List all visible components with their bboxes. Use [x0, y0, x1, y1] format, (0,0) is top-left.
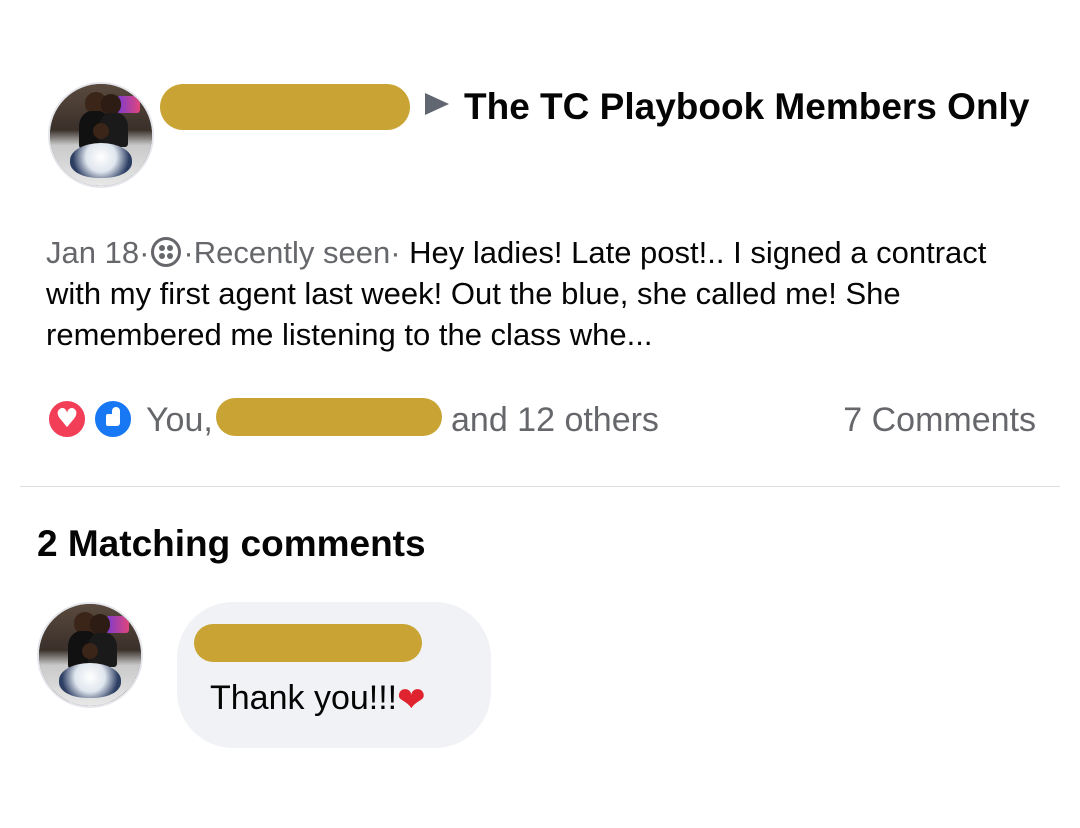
reactions-suffix: and 12 others [451, 401, 659, 439]
post-status: Recently seen [193, 235, 391, 270]
meta-separator: · [139, 235, 150, 270]
section-divider [20, 486, 1060, 487]
red-heart-emoji-icon: ❤ [397, 680, 426, 720]
comment-body: Thank you!!! [210, 679, 398, 717]
author-avatar[interactable] [48, 82, 154, 188]
group-name-link[interactable]: The TC Playbook Members Only [464, 86, 1029, 127]
post-meta-and-text: Jan 18· ·Recently seen· Hey ladies! Late … [46, 232, 1036, 355]
post-date[interactable]: Jan 18 [46, 235, 139, 270]
reactions-bar[interactable]: You, and 12 others 7 Comments [46, 398, 1036, 442]
meta-separator: · [183, 235, 194, 270]
like-reaction-icon [92, 398, 134, 440]
friends-group-icon [151, 237, 182, 267]
commenter-avatar[interactable] [37, 602, 143, 708]
comments-count-link[interactable]: 7 Comments [843, 400, 1036, 440]
meta-separator: · [390, 235, 401, 270]
matching-comments-title: 2 Matching comments [37, 523, 426, 564]
love-reaction-icon [46, 398, 88, 440]
group-name-line: The TC Playbook Members Only [178, 82, 1038, 131]
comment-text: Thank you!!!❤ [210, 676, 426, 722]
reactor-name-redacted [216, 398, 442, 436]
commenter-name-redacted[interactable] [194, 624, 422, 662]
reactions-prefix: You, [146, 401, 213, 439]
